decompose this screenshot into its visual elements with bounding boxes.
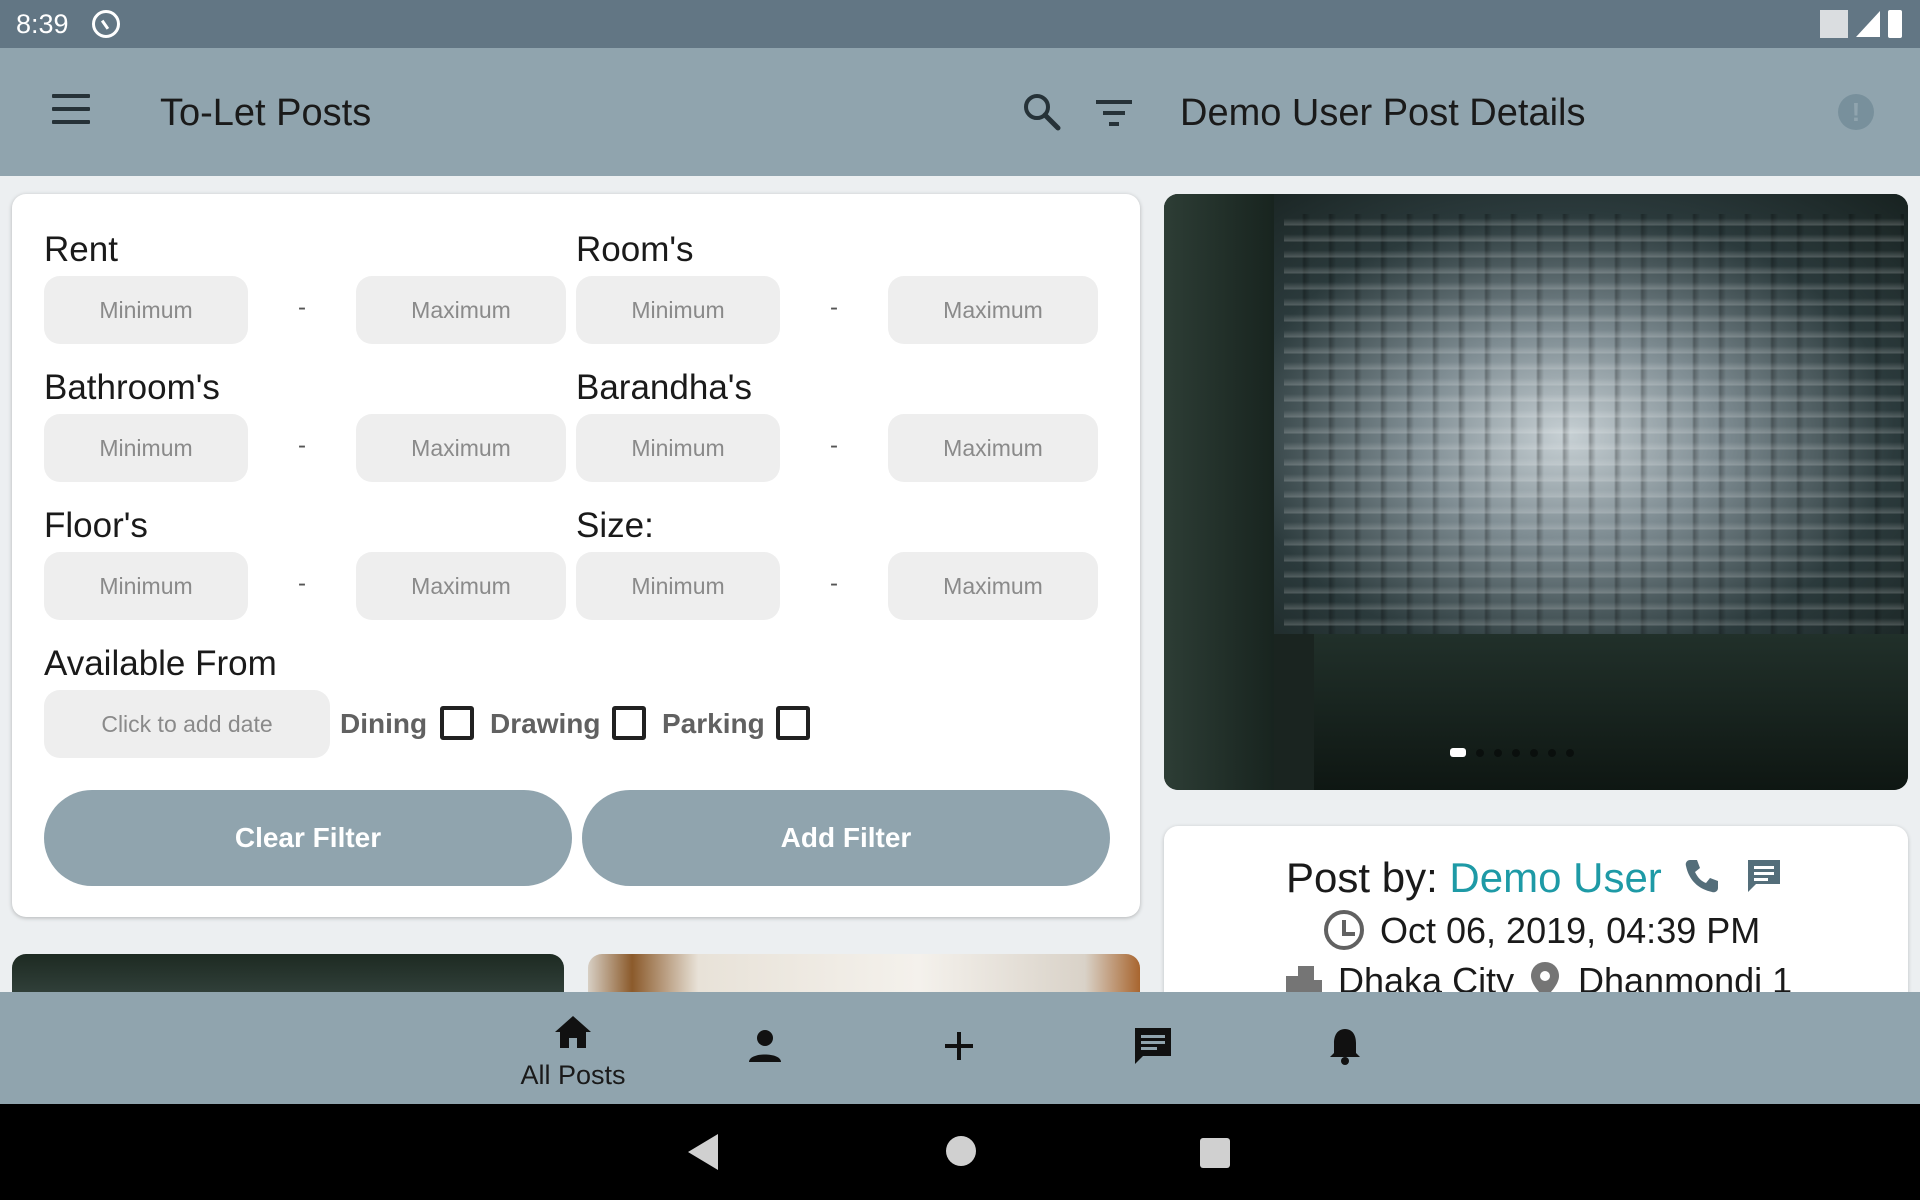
message-icon [1135,1028,1171,1064]
bell-icon [1330,1029,1360,1065]
carousel-dot[interactable] [1566,748,1574,757]
battery-icon [1888,10,1902,38]
post-image-carousel[interactable] [1164,194,1908,790]
report-icon[interactable]: ! [1838,94,1874,130]
nav-add-post[interactable] [894,992,1024,1104]
available-date-picker[interactable]: Click to add date [44,690,330,758]
image-photo-bezel [1314,634,1908,790]
nav-profile[interactable] [700,992,830,1104]
home-button-icon[interactable] [946,1136,976,1166]
bathrooms-dash: - [298,432,306,459]
bottom-navigation: All Posts [0,992,1920,1104]
post-by-prefix: Post by: [1286,854,1450,901]
barandhas-min-input[interactable]: Minimum [576,414,780,482]
carousel-indicator [1450,748,1574,757]
barandhas-dash: - [830,432,838,459]
chat-icon[interactable] [1744,856,1784,896]
carousel-dot[interactable] [1512,748,1520,757]
rooms-label: Room's [576,230,694,269]
bathrooms-min-input[interactable]: Minimum [44,414,248,482]
post-city: Dhaka City [1338,960,1515,996]
size-min-input[interactable]: Minimum [576,552,780,620]
rooms-max-input[interactable]: Maximum [888,276,1098,344]
post-by-line: Post by: Demo User [1286,854,1662,902]
floors-dash: - [298,570,306,597]
rent-dash: - [298,294,306,321]
post-info-card: Post by: Demo User Oct 06, 2019, 04:39 P… [1164,826,1908,996]
wifi-icon [1820,10,1848,38]
city-icon [1286,966,1322,996]
app-title: To-Let Posts [160,92,372,134]
add-filter-button[interactable]: Add Filter [582,790,1110,886]
clear-filter-button[interactable]: Clear Filter [44,790,572,886]
post-card-thumbnail[interactable] [12,954,564,994]
rent-label: Rent [44,230,118,269]
system-navigation-bar [0,1104,1920,1200]
bathrooms-max-input[interactable]: Maximum [356,414,566,482]
carousel-dot[interactable] [1494,748,1502,757]
nav-messages[interactable] [1088,992,1218,1104]
nav-notifications[interactable] [1280,992,1410,1104]
carousel-dot[interactable] [1450,748,1466,757]
back-icon[interactable] [688,1134,718,1170]
image-photo-text-lines [1284,214,1904,634]
carousel-dot[interactable] [1530,748,1538,757]
rent-min-input[interactable]: Minimum [44,276,248,344]
parking-label: Parking [662,708,765,739]
post-area: Dhanmondi 1 [1578,960,1793,996]
rent-max-input[interactable]: Maximum [356,276,566,344]
carousel-dot[interactable] [1476,748,1484,757]
post-date: Oct 06, 2019, 04:39 PM [1380,910,1761,951]
status-indicators [1820,10,1902,38]
nav-all-posts-label: All Posts [520,1060,626,1090]
floors-max-input[interactable]: Maximum [356,552,566,620]
drawing-checkbox[interactable] [612,706,646,740]
carousel-dot[interactable] [1548,748,1556,757]
dining-label: Dining [340,708,428,739]
post-details-title: Demo User Post Details [1180,92,1586,134]
available-from-label: Available From [44,644,277,683]
home-icon [555,1016,591,1048]
menu-icon[interactable] [52,94,90,126]
rooms-min-input[interactable]: Minimum [576,276,780,344]
nav-all-posts[interactable]: All Posts [508,992,638,1104]
person-icon [749,1030,781,1062]
phone-icon[interactable] [1682,856,1722,896]
cell-signal-icon [1856,11,1880,37]
recents-icon[interactable] [1200,1138,1230,1168]
app-notification-icon [92,10,120,38]
bathrooms-label: Bathroom's [44,368,220,407]
location-pin-icon [1531,962,1559,996]
floors-label: Floor's [44,506,148,545]
clock-icon [1324,910,1364,950]
app-bar: To-Let Posts Demo User Post Details ! [0,48,1920,176]
barandhas-max-input[interactable]: Maximum [888,414,1098,482]
barandhas-label: Barandha's [576,368,752,407]
status-time: 8:39 [16,9,69,39]
drawing-label: Drawing [490,708,601,739]
filter-panel: Rent Minimum - Maximum Room's Minimum - … [12,194,1140,917]
size-max-input[interactable]: Maximum [888,552,1098,620]
floors-min-input[interactable]: Minimum [44,552,248,620]
dining-checkbox[interactable] [440,706,474,740]
add-icon [945,1032,973,1060]
size-label: Size: [576,506,654,545]
parking-checkbox[interactable] [776,706,810,740]
size-dash: - [830,570,838,597]
post-card-thumbnail[interactable] [588,954,1140,994]
rooms-dash: - [830,294,838,321]
filter-icon[interactable] [1094,98,1134,128]
image-photo-bezel [1164,194,1274,790]
search-icon[interactable] [1022,92,1062,132]
status-bar: 8:39 [0,0,1920,48]
post-author-link[interactable]: Demo User [1449,854,1661,901]
